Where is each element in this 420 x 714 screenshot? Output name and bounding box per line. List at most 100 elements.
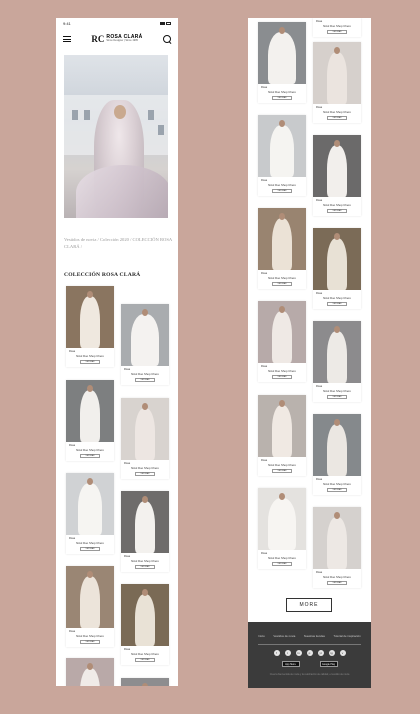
footer-link-stores[interactable]: Nuestras tiendas <box>304 634 325 638</box>
product-name: Nicol Duo Shop Chero <box>323 482 351 486</box>
site-header: RC ROSA CLARÁ Since Designer | Since 199… <box>56 28 178 50</box>
product-name: Nicol Duo Shop Chero <box>323 203 351 207</box>
product-name: Nicol Duo Shop Chero <box>268 463 296 467</box>
product-name: Nicol Duo Shop Chero <box>268 369 296 373</box>
hero-image <box>64 55 168 218</box>
status-icons <box>160 21 171 25</box>
logo-mark: RC <box>91 34 105 44</box>
view-more-button[interactable]: VER MAS <box>272 562 292 566</box>
product-name: Nicol Duo Shop Chero <box>131 466 159 470</box>
pinterest-icon[interactable]: p <box>306 649 313 656</box>
brand-logo[interactable]: RC ROSA CLARÁ Since Designer | Since 199… <box>91 34 142 44</box>
twitter-icon[interactable]: t <box>284 649 291 656</box>
product-name: Nicol Duo Shop Chero <box>323 110 351 114</box>
site-footer: Inicio Vestidos de novia Nuestras tienda… <box>248 622 371 688</box>
product-card[interactable]: Rosa Nicol Duo Shop Chero VER MAS <box>66 286 114 367</box>
product-name: Nicol Duo Shop Chero <box>323 24 351 28</box>
view-more-button[interactable]: VER MAS <box>327 395 347 399</box>
product-card[interactable]: Rosa Nicol Duo Shop Chero VER MAS <box>121 491 169 572</box>
product-name: Nicol Duo Shop Chero <box>323 296 351 300</box>
product-card[interactable]: Rosa Nicol Duo Shop Chero VER MAS <box>313 507 361 588</box>
view-more-button[interactable]: VER MAS <box>80 454 100 458</box>
view-more-button[interactable]: VER MAS <box>80 360 100 364</box>
view-more-button[interactable]: VER MAS <box>135 378 155 382</box>
status-bar: 9:41 <box>56 18 178 28</box>
youtube-icon[interactable]: yt <box>317 649 324 656</box>
product-name: Nicol Duo Shop Chero <box>76 541 104 545</box>
hamburger-menu-icon[interactable] <box>63 36 71 42</box>
view-more-button[interactable]: VER MAS <box>80 547 100 551</box>
footer-text: Crea la bienvenida de novia y la celebra… <box>269 672 350 676</box>
load-more-button[interactable]: MORE <box>286 598 332 612</box>
view-more-button[interactable]: VER MAS <box>327 30 347 34</box>
view-more-button[interactable]: VER MAS <box>135 565 155 569</box>
signal-icon <box>160 21 165 25</box>
product-card[interactable] <box>121 678 169 686</box>
product-card[interactable]: Rosa Nicol Duo Shop Chero VER MAS <box>258 22 306 103</box>
product-card[interactable]: Rosa Nicol Duo Shop Chero VER MAS <box>258 395 306 476</box>
product-card[interactable]: Rosa Nicol Duo Shop Chero VER MAS <box>313 135 361 216</box>
footer-divider <box>258 644 361 645</box>
product-card[interactable]: Rosa Nicol Duo Shop Chero VER MAS <box>313 42 361 123</box>
facebook-icon[interactable]: f <box>273 649 280 656</box>
product-card[interactable]: Rosa Nicol Duo Shop Chero VER MAS <box>258 301 306 382</box>
view-more-button[interactable]: VER MAS <box>327 302 347 306</box>
view-more-button[interactable]: VER MAS <box>327 209 347 213</box>
product-name: Nicol Duo Shop Chero <box>268 90 296 94</box>
product-name: Nicol Duo Shop Chero <box>323 389 351 393</box>
view-more-button[interactable]: VER MAS <box>327 581 347 585</box>
product-name: Nicol Duo Shop Chero <box>268 276 296 280</box>
product-card[interactable]: Rosa Nicol Duo Shop Chero VER MAS <box>121 304 169 385</box>
view-more-button[interactable]: VER MAS <box>327 488 347 492</box>
view-more-button[interactable]: VER MAS <box>272 189 292 193</box>
mobile-screen-left: 9:41 RC ROSA CLARÁ Since Designer | Sinc… <box>56 18 178 686</box>
app-store-badge[interactable]: App Store <box>281 660 300 667</box>
view-more-button[interactable]: VER MAS <box>272 96 292 100</box>
product-card[interactable]: Rosa Nicol Duo Shop Chero VER MAS <box>313 321 361 402</box>
product-card[interactable]: Rosa Nicol Duo Shop Chero VER MAS <box>66 380 114 461</box>
instagram-icon[interactable]: ig <box>328 649 335 656</box>
product-card[interactable]: Rosa Nicol Duo Shop Chero VER MAS <box>258 115 306 196</box>
product-name: Nicol Duo Shop Chero <box>76 634 104 638</box>
mobile-screen-right: Rosa Nicol Duo Shop Chero VER MAS Rosa N… <box>248 18 371 688</box>
product-name: Nicol Duo Shop Chero <box>131 372 159 376</box>
battery-icon <box>166 21 171 25</box>
status-time: 9:41 <box>63 20 71 26</box>
product-card[interactable]: Rosa Nicol Duo Shop Chero VER MAS <box>313 18 361 37</box>
footer-link-home[interactable]: Inicio <box>258 634 265 638</box>
product-name: Nicol Duo Shop Chero <box>131 652 159 656</box>
vimeo-icon[interactable]: v <box>339 649 346 656</box>
product-name: Nicol Duo Shop Chero <box>131 559 159 563</box>
product-card[interactable]: Rosa Nicol Duo Shop Chero VER MAS <box>313 414 361 495</box>
view-more-button[interactable]: VER MAS <box>272 375 292 379</box>
product-name: Nicol Duo Shop Chero <box>268 183 296 187</box>
linkedin-icon[interactable]: in <box>295 649 302 656</box>
product-name: Nicol Duo Shop Chero <box>323 575 351 579</box>
product-card[interactable]: Rosa Nicol Duo Shop Chero VER MAS <box>121 398 169 479</box>
product-card[interactable]: Rosa Nicol Duo Shop Chero VER MAS <box>258 208 306 289</box>
footer-link-dresses[interactable]: Vestidos de novia <box>273 634 295 638</box>
footer-nav: Inicio Vestidos de novia Nuestras tienda… <box>248 622 371 638</box>
view-more-button[interactable]: VER MAS <box>135 658 155 662</box>
product-card[interactable]: Rosa Nicol Duo Shop Chero VER MAS <box>66 566 114 647</box>
view-more-button[interactable]: VER MAS <box>80 640 100 644</box>
logo-subtitle: Since Designer | Since 1995 <box>106 39 138 43</box>
breadcrumb[interactable]: Vestidos de novia / Colección 2020 / COL… <box>64 236 174 251</box>
page-title: COLECCIÓN ROSA CLARÁ <box>64 272 141 278</box>
product-card[interactable]: Rosa Nicol Duo Shop Chero VER MAS <box>66 473 114 554</box>
social-links: f t in p yt ig v <box>248 649 371 656</box>
view-more-button[interactable]: VER MAS <box>272 282 292 286</box>
footer-link-inspiration[interactable]: Tutorial de inspiración <box>333 634 360 638</box>
product-name: Nicol Duo Shop Chero <box>268 556 296 560</box>
search-icon[interactable] <box>163 35 171 43</box>
app-store-badges: App Store Google Play <box>248 660 371 667</box>
view-more-button[interactable]: VER MAS <box>272 469 292 473</box>
product-card[interactable]: Rosa Nicol Duo Shop Chero VER MAS <box>313 228 361 309</box>
product-card[interactable]: Rosa Nicol Duo Shop Chero VER MAS <box>121 584 169 665</box>
product-card[interactable]: Rosa Nicol Duo Shop Chero VER MAS <box>258 488 306 569</box>
view-more-button[interactable]: VER MAS <box>135 472 155 476</box>
product-card[interactable] <box>66 658 114 686</box>
view-more-button[interactable]: VER MAS <box>327 116 347 120</box>
product-name: Nicol Duo Shop Chero <box>76 448 104 452</box>
google-play-badge[interactable]: Google Play <box>319 660 338 667</box>
